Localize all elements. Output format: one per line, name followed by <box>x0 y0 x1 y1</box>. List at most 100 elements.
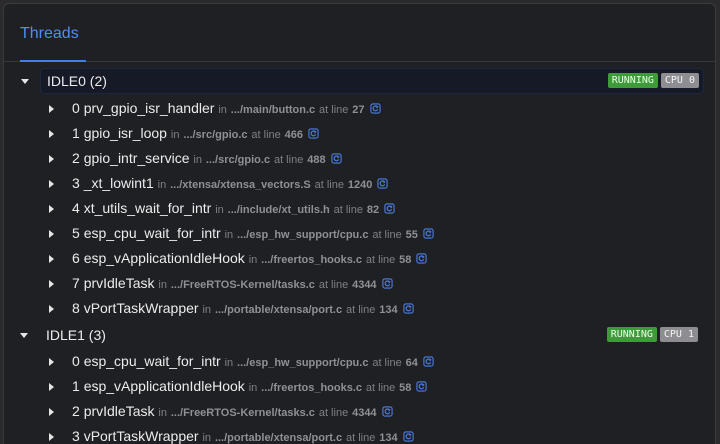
caret-right-icon[interactable] <box>49 280 54 288</box>
caret-down-icon[interactable] <box>20 333 28 338</box>
frame-source-path[interactable]: .../FreeRTOS-Kernel/tasks.c <box>171 407 315 419</box>
frame-source-path[interactable]: .../main/button.c <box>231 104 315 116</box>
frame-function-name: esp_cpu_wait_for_intr <box>83 353 221 369</box>
source-link-icon[interactable] <box>381 406 393 417</box>
status-badge: RUNNING <box>606 327 657 342</box>
caret-right-icon[interactable] <box>49 358 54 366</box>
frame-source-path[interactable]: .../portable/xtensa/port.c <box>215 432 342 444</box>
source-link-icon[interactable] <box>402 431 414 442</box>
frame-in-label: in <box>202 432 212 444</box>
caret-right-icon[interactable] <box>49 433 54 441</box>
frame-line-number: 4344 <box>352 407 377 419</box>
frame-source-path[interactable]: .../src/gpio.c <box>206 154 270 166</box>
stack-frame-text: 2 prvIdleTask in .../FreeRTOS-Kernel/tas… <box>72 403 393 419</box>
frame-line-number: 58 <box>399 254 412 266</box>
thread-label: IDLE0 (2) <box>47 73 107 89</box>
source-link-icon[interactable] <box>423 356 434 367</box>
stack-frame-row[interactable]: 3 _xt_lowint1 in .../xtensa/xtensa_vecto… <box>4 171 715 196</box>
frame-source-path[interactable]: .../freertos_hooks.c <box>261 254 362 266</box>
stack-frame-row[interactable]: 8 vPortTaskWrapper in .../portable/xtens… <box>4 296 715 321</box>
source-link-icon[interactable] <box>369 103 381 114</box>
frame-in-label: in <box>158 279 167 291</box>
source-link-icon[interactable] <box>377 178 388 189</box>
frame-in-label: in <box>158 407 167 419</box>
stack-frame-text: 7 prvIdleTask in .../FreeRTOS-Kernel/tas… <box>72 275 393 291</box>
frame-in-label: in <box>193 154 202 166</box>
cpu-badge: CPU 1 <box>659 327 698 342</box>
stack-frame-text: 4 xt_utils_wait_for_intr in .../include/… <box>72 200 395 216</box>
frame-at-line-label: at line <box>365 254 396 266</box>
stack-frame-row[interactable]: 2 gpio_intr_service in .../src/gpio.c at… <box>4 146 715 171</box>
caret-right-icon[interactable] <box>49 180 54 188</box>
status-badge: RUNNING <box>607 73 658 88</box>
tab-threads[interactable]: Threads <box>20 25 79 43</box>
frame-line-number: 466 <box>284 129 304 141</box>
stack-frame-row[interactable]: 6 esp_vApplicationIdleHook in .../freert… <box>4 246 715 271</box>
thread-row[interactable]: IDLE0 (2) RUNNING CPU 0 <box>21 68 704 94</box>
panel-header: Threads <box>4 4 715 62</box>
frame-line-number: 82 <box>366 204 380 216</box>
frame-source-path[interactable]: .../include/xt_utils.h <box>228 204 330 216</box>
stack-frame-text: 3 vPortTaskWrapper in .../portable/xtens… <box>72 428 414 444</box>
frame-function-name: gpio_isr_loop <box>83 125 167 141</box>
caret-down-icon[interactable] <box>21 79 29 84</box>
frame-in-label: in <box>170 129 180 141</box>
frame-source-path[interactable]: .../FreeRTOS-Kernel/tasks.c <box>171 279 315 291</box>
frame-at-line-label: at line <box>318 407 349 419</box>
frame-source-path[interactable]: .../esp_hw_support/cpu.c <box>237 357 368 369</box>
caret-right-icon[interactable] <box>49 130 54 138</box>
frame-index: 7 <box>72 275 80 291</box>
frame-index: 0 <box>72 353 80 369</box>
frame-function-name: vPortTaskWrapper <box>83 428 199 444</box>
frame-index: 2 <box>72 150 80 166</box>
stack-frame-text: 1 esp_vApplicationIdleHook in .../freert… <box>72 378 428 394</box>
frame-function-name: prvIdleTask <box>83 403 155 419</box>
frame-line-number: 55 <box>405 229 418 241</box>
caret-right-icon[interactable] <box>49 155 54 163</box>
stack-frame-text: 0 prv_gpio_isr_handler in .../main/butto… <box>72 100 381 116</box>
source-link-icon[interactable] <box>330 153 342 164</box>
frame-index: 6 <box>72 250 80 266</box>
frame-at-line-label: at line <box>251 129 281 141</box>
frame-line-number: 27 <box>352 104 365 116</box>
frame-source-path[interactable]: .../xtensa/xtensa_vectors.S <box>170 179 311 191</box>
caret-right-icon[interactable] <box>49 305 54 313</box>
caret-right-icon[interactable] <box>49 105 54 113</box>
stack-frame-row[interactable]: 3 vPortTaskWrapper in .../portable/xtens… <box>4 424 715 444</box>
source-link-icon[interactable] <box>416 381 428 392</box>
stack-frame-row[interactable]: 1 gpio_isr_loop in .../src/gpio.c at lin… <box>4 121 715 146</box>
stack-frame-row[interactable]: 7 prvIdleTask in .../FreeRTOS-Kernel/tas… <box>4 271 715 296</box>
frame-line-number: 488 <box>307 154 326 166</box>
stack-frame-text: 1 gpio_isr_loop in .../src/gpio.c at lin… <box>72 125 319 141</box>
caret-right-icon[interactable] <box>49 255 54 263</box>
frame-line-number: 1240 <box>347 179 373 191</box>
thread-row[interactable]: IDLE1 (3) RUNNING CPU 1 <box>20 323 702 347</box>
stack-frame-row[interactable]: 4 xt_utils_wait_for_intr in .../include/… <box>4 196 715 221</box>
frame-source-path[interactable]: .../portable/xtensa/port.c <box>215 304 342 316</box>
caret-right-icon[interactable] <box>49 383 54 391</box>
frame-index: 3 <box>72 175 80 191</box>
frame-function-name: esp_cpu_wait_for_intr <box>83 225 221 241</box>
frame-function-name: vPortTaskWrapper <box>83 300 199 316</box>
stack-frame-row[interactable]: 1 esp_vApplicationIdleHook in .../freert… <box>4 374 715 399</box>
frame-source-path[interactable]: .../esp_hw_support/cpu.c <box>237 229 368 241</box>
stack-frame-row[interactable]: 2 prvIdleTask in .../FreeRTOS-Kernel/tas… <box>4 399 715 424</box>
frame-at-line-label: at line <box>273 154 304 166</box>
frame-source-path[interactable]: .../freertos_hooks.c <box>261 382 362 394</box>
source-link-icon[interactable] <box>423 228 434 239</box>
source-link-icon[interactable] <box>416 253 428 264</box>
caret-right-icon[interactable] <box>49 205 54 213</box>
caret-right-icon[interactable] <box>49 408 54 416</box>
stack-frame-row[interactable]: 5 esp_cpu_wait_for_intr in .../esp_hw_su… <box>4 221 715 246</box>
stack-frame-row[interactable]: 0 prv_gpio_isr_handler in .../main/butto… <box>4 96 715 121</box>
source-link-icon[interactable] <box>381 278 393 289</box>
source-link-icon[interactable] <box>308 128 319 139</box>
stack-frame-row[interactable]: 0 esp_cpu_wait_for_intr in .../esp_hw_su… <box>4 349 715 374</box>
frame-at-line-label: at line <box>319 104 349 116</box>
frame-at-line-label: at line <box>345 304 376 316</box>
source-link-icon[interactable] <box>384 203 395 214</box>
source-link-icon[interactable] <box>402 303 414 314</box>
frame-at-line-label: at line <box>372 357 402 369</box>
frame-source-path[interactable]: .../src/gpio.c <box>183 129 247 141</box>
caret-right-icon[interactable] <box>49 230 54 238</box>
